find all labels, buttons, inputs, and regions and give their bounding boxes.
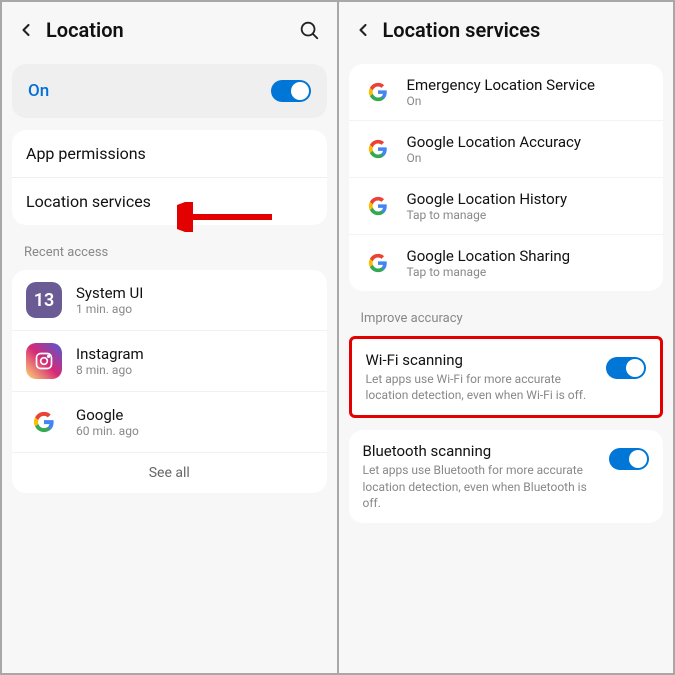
google-icon — [363, 134, 393, 164]
list-item[interactable]: Google Location History Tap to manage — [349, 178, 664, 235]
instagram-icon — [26, 343, 62, 379]
recent-access-card: 13 System UI 1 min. ago Instagram 8 min.… — [12, 270, 327, 493]
service-sub: Tap to manage — [407, 265, 650, 279]
list-item[interactable]: Google Location Sharing Tap to manage — [349, 235, 664, 291]
app-name: Instagram — [76, 345, 144, 363]
list-item[interactable]: Emergency Location Service On — [349, 64, 664, 121]
location-services-label: Location services — [26, 192, 313, 211]
google-icon — [363, 248, 393, 278]
location-services-row[interactable]: Location services — [12, 178, 327, 225]
improve-accuracy-label: Improve accuracy — [361, 311, 674, 326]
list-item[interactable]: Google 60 min. ago — [12, 392, 327, 453]
service-name: Google Location Sharing — [407, 247, 650, 265]
wifi-scanning-row[interactable]: Wi-Fi scanning Let apps use Wi-Fi for mo… — [349, 336, 664, 418]
service-name: Emergency Location Service — [407, 76, 650, 94]
app-time: 60 min. ago — [76, 424, 139, 438]
header: Location services — [339, 2, 674, 58]
app-name: Google — [76, 406, 139, 424]
app-permissions-row[interactable]: App permissions — [12, 130, 327, 178]
app-time: 8 min. ago — [76, 363, 144, 377]
bluetooth-scanning-title: Bluetooth scanning — [363, 442, 602, 460]
bluetooth-scanning-toggle[interactable] — [609, 448, 649, 470]
services-card: Emergency Location Service On Google Loc… — [349, 64, 664, 291]
bluetooth-scanning-row[interactable]: Bluetooth scanning Let apps use Bluetoot… — [349, 430, 664, 523]
wifi-scanning-toggle[interactable] — [606, 357, 646, 379]
location-services-screen: Location services Emergency Location Ser… — [339, 2, 674, 673]
back-icon[interactable] — [349, 20, 377, 40]
service-name: Google Location History — [407, 190, 650, 208]
service-name: Google Location Accuracy — [407, 133, 650, 151]
on-label: On — [28, 81, 271, 101]
app-time: 1 min. ago — [76, 302, 143, 316]
service-sub: On — [407, 151, 650, 165]
google-icon — [363, 191, 393, 221]
location-on-toggle-row[interactable]: On — [12, 64, 327, 118]
page-title: Location services — [383, 18, 660, 42]
app-name: System UI — [76, 284, 143, 302]
systemui-icon: 13 — [26, 282, 62, 318]
location-screen: Location On App permissions Location ser… — [2, 2, 337, 673]
wifi-scanning-title: Wi-Fi scanning — [366, 351, 599, 369]
list-item[interactable]: Google Location Accuracy On — [349, 121, 664, 178]
see-all-button[interactable]: See all — [12, 453, 327, 493]
recent-access-label: Recent access — [24, 245, 337, 260]
header: Location — [2, 2, 337, 58]
list-item[interactable]: 13 System UI 1 min. ago — [12, 270, 327, 331]
service-sub: On — [407, 94, 650, 108]
google-icon — [363, 77, 393, 107]
wifi-scanning-desc: Let apps use Wi-Fi for more accurate loc… — [366, 371, 599, 403]
list-item[interactable]: Instagram 8 min. ago — [12, 331, 327, 392]
app-permissions-label: App permissions — [26, 144, 313, 163]
search-icon[interactable] — [295, 19, 323, 41]
google-icon — [26, 404, 62, 440]
location-on-toggle[interactable] — [271, 80, 311, 102]
back-icon[interactable] — [12, 20, 40, 40]
bluetooth-scanning-desc: Let apps use Bluetooth for more accurate… — [363, 462, 602, 511]
service-sub: Tap to manage — [407, 208, 650, 222]
page-title: Location — [46, 18, 295, 42]
settings-card: App permissions Location services — [12, 130, 327, 225]
